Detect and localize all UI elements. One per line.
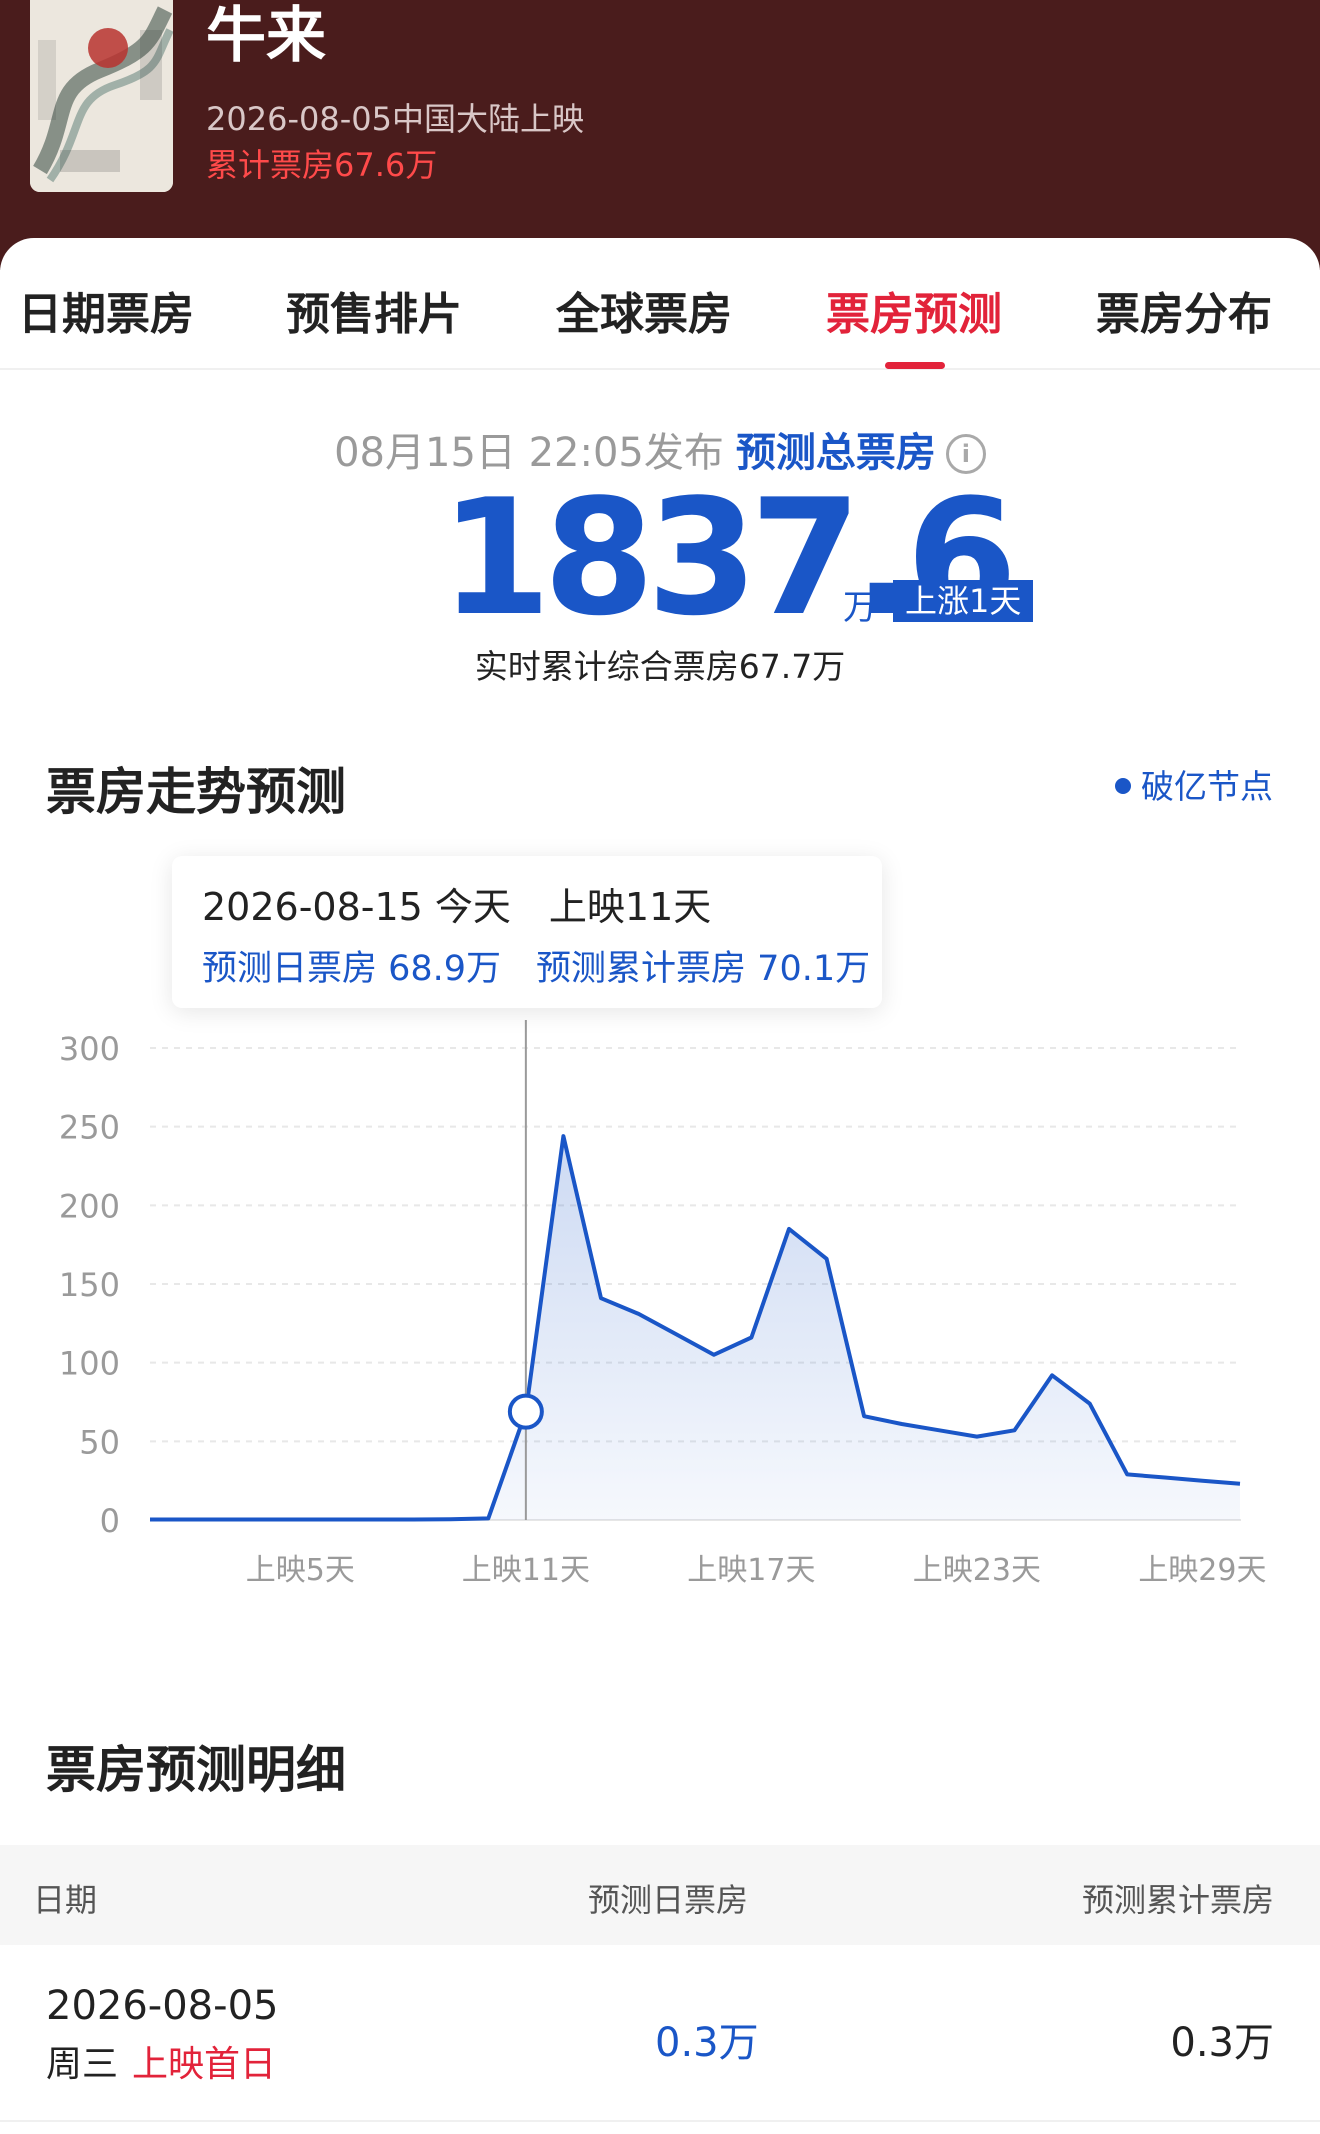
detail-section-title: 票房预测明细 [46, 1741, 346, 1799]
y-tick-label: 200 [59, 1187, 120, 1225]
movie-header: 牛来 2026-08-05中国大陆上映 累计票房67.6万 [0, 0, 1320, 270]
tab-box-office-forecast[interactable]: 票房预测 [826, 278, 1002, 342]
tab-presale-schedule[interactable]: 预售排片 [286, 278, 462, 342]
realtime-cumulative: 实时累计综合票房67.7万 [474, 647, 846, 686]
tab-global-box-office[interactable]: 全球票房 [556, 278, 732, 342]
row-daily-forecast: 0.3万 [655, 2020, 759, 2066]
row-weekday: 周三 上映首日 [46, 2035, 276, 2087]
y-tick-label: 50 [79, 1423, 120, 1461]
trend-section-title: 票房走势预测 [46, 763, 346, 821]
row-weekday-text: 周三 [46, 2044, 119, 2085]
x-tick-label: 上映17天 [687, 1553, 815, 1588]
tab-daily-box-office[interactable]: 日期票房 [18, 278, 194, 342]
movie-poster[interactable] [30, 0, 173, 192]
y-tick-label: 250 [59, 1109, 120, 1147]
detail-table-header: 日期 预测日票房 预测累计票房 [0, 1845, 1320, 1945]
milestone-label: 破亿节点 [1141, 767, 1273, 806]
movie-total-box-office: 累计票房67.6万 [206, 146, 438, 184]
chart-tooltip: 2026-08-15 今天 上映11天 预测日票房 68.9万 预测累计票房 7… [172, 856, 882, 1008]
series-area [150, 1136, 1240, 1520]
tooltip-value-line: 预测日票房 68.9万 预测累计票房 70.1万 [202, 949, 871, 989]
x-tick-label: 上映11天 [462, 1553, 590, 1588]
column-header-date: 日期 [33, 1881, 98, 1919]
tooltip-date-line: 2026-08-15 今天 上映11天 [202, 885, 712, 929]
column-header-daily-forecast: 预测日票房 [588, 1881, 749, 1919]
x-tick-label: 上映29天 [1138, 1553, 1266, 1588]
tab-box-office-distribution[interactable]: 票房分布 [1096, 278, 1272, 342]
movie-title: 牛来 [206, 1, 326, 71]
row-cumulative-forecast: 0.3万 [1170, 2020, 1274, 2066]
box-office-trend-chart[interactable]: 0 50 100 150 200 250 300 上映5天 上映11天 上映17天 上映23天 上映… [0, 1020, 1320, 1620]
rise-badge: 上涨1天 [893, 580, 1034, 622]
y-tick-label: 100 [59, 1345, 120, 1383]
movie-release-date: 2026-08-05中国大陆上映 [206, 100, 584, 138]
column-header-cumulative-forecast: 预测累计票房 [1081, 1881, 1274, 1919]
tab-bar: 日期票房 预售排片 全球票房 票房预测 票房分布 [0, 238, 1320, 370]
milestone-legend[interactable]: 破亿节点 [1115, 760, 1273, 808]
active-tab-indicator [885, 362, 945, 369]
y-tick-label: 300 [59, 1030, 120, 1068]
forecast-unit: 万 [843, 588, 877, 628]
milestone-dot-icon [1115, 778, 1131, 794]
row-first-day-tag: 上映首日 [132, 2044, 277, 2085]
table-row[interactable]: 2026-08-05 周三 上映首日 0.3万 0.3万 [0, 1945, 1320, 2122]
x-tick-label: 上映5天 [246, 1553, 355, 1588]
x-tick-label: 上映23天 [913, 1553, 1041, 1588]
y-tick-label: 0 [100, 1502, 120, 1540]
row-date: 2026-08-05 [46, 1983, 279, 2029]
poster-art-icon [30, 0, 173, 192]
y-tick-label: 150 [59, 1266, 120, 1304]
highlight-point[interactable] [507, 1393, 544, 1430]
